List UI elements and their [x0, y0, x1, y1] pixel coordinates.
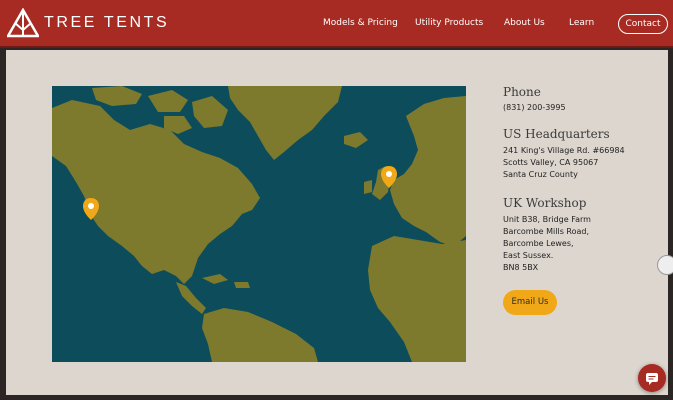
locations-map[interactable] [52, 86, 466, 362]
site-header: TREE TENTS Models & Pricing Utility Prod… [0, 0, 673, 48]
us-address-line-3: Santa Cruz County [503, 170, 578, 179]
contact-button[interactable]: Contact [618, 14, 668, 34]
brand-name[interactable]: TREE TENTS [44, 14, 169, 32]
us-address-line-2: Scotts Valley, CA 95067 [503, 158, 599, 167]
uk-address-line-2: Barcombe Mills Road, [503, 227, 590, 236]
us-headquarters-heading: US Headquarters [503, 127, 610, 141]
chevron-right-icon[interactable] [657, 255, 673, 275]
map-graphic [52, 86, 466, 362]
uk-address-line-1: Unit B38, Bridge Farm [503, 215, 591, 224]
nav-about-us[interactable]: About Us [504, 18, 545, 28]
uk-address-line-3: Barcombe Lewes, [503, 239, 574, 248]
us-address-line-1: 241 King's Village Rd. #66984 [503, 146, 625, 155]
phone-heading: Phone [503, 85, 541, 99]
uk-address-line-5: BN8 5BX [503, 263, 539, 272]
phone-number[interactable]: (831) 200-3995 [503, 102, 566, 114]
uk-address-line-4: East Sussex. [503, 251, 554, 260]
nav-models-pricing[interactable]: Models & Pricing [323, 18, 398, 28]
tree-tent-logo-icon[interactable] [7, 8, 39, 38]
chat-button[interactable] [638, 364, 666, 392]
uk-workshop-heading: UK Workshop [503, 196, 587, 210]
nav-utility-products[interactable]: Utility Products [415, 18, 483, 28]
nav-learn[interactable]: Learn [569, 18, 594, 28]
chat-bubble-icon [646, 373, 658, 385]
email-us-button[interactable]: Email Us [503, 290, 557, 315]
